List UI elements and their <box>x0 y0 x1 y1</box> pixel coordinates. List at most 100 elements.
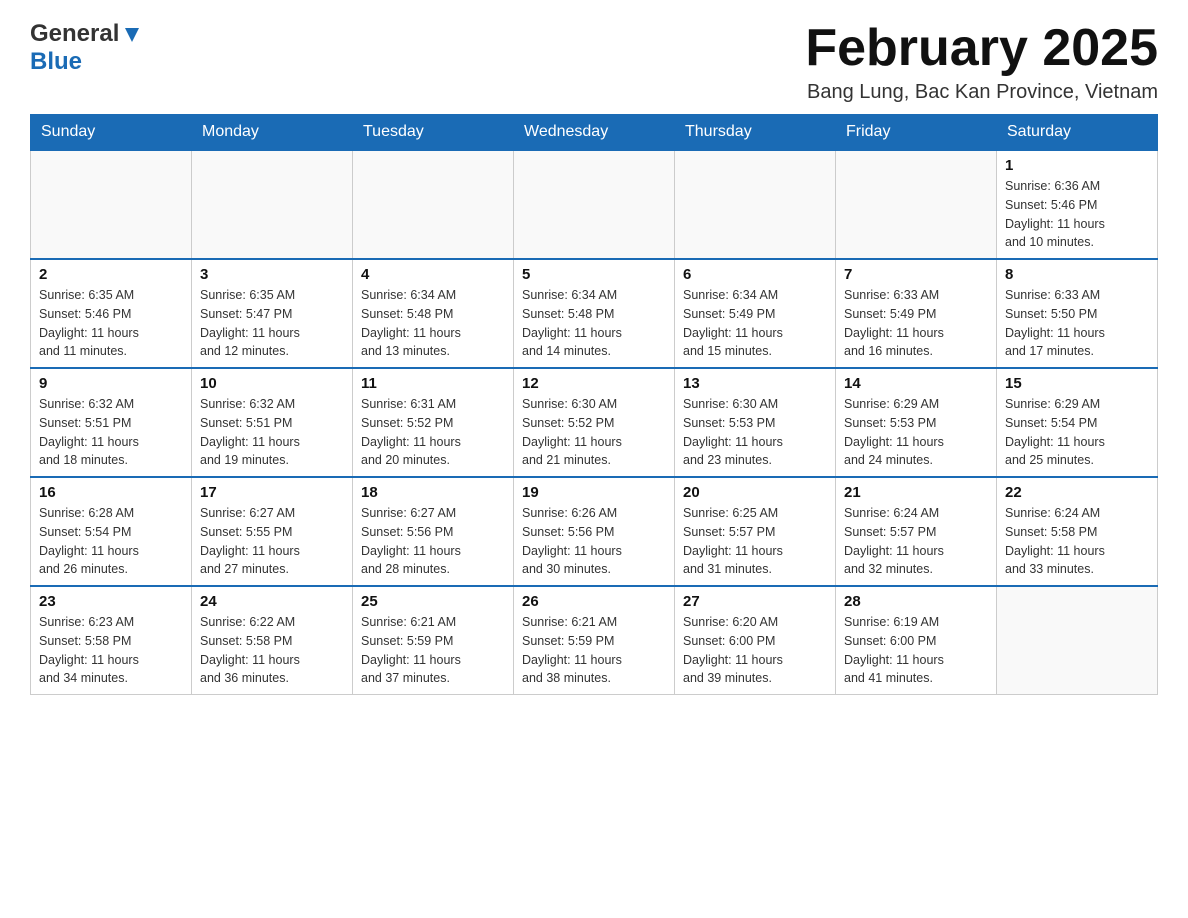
week-row-4: 16 Sunrise: 6:28 AMSunset: 5:54 PMDayligh… <box>31 477 1158 586</box>
day-info: Sunrise: 6:34 AMSunset: 5:49 PMDaylight:… <box>683 286 827 361</box>
day-number: 16 <box>39 484 183 501</box>
day-info: Sunrise: 6:34 AMSunset: 5:48 PMDaylight:… <box>361 286 505 361</box>
table-row: 2Sunrise: 6:35 AMSunset: 5:46 PMDaylight… <box>31 259 192 368</box>
day-info: Sunrise: 6:24 AMSunset: 5:57 PMDaylight:… <box>844 504 988 579</box>
day-info: Sunrise: 6:32 AMSunset: 5:51 PMDaylight:… <box>39 395 183 470</box>
day-info: Sunrise: 6:21 AMSunset: 5:59 PMDaylight:… <box>361 613 505 688</box>
table-row: 1 Sunrise: 6:36 AMSunset: 5:46 PMDaylight… <box>997 150 1158 259</box>
table-row <box>31 150 192 259</box>
logo-arrow-icon <box>121 24 143 46</box>
table-row: 10Sunrise: 6:32 AMSunset: 5:51 PMDayligh… <box>192 368 353 477</box>
table-row: 11 Sunrise: 6:31 AMSunset: 5:52 PMDayligh… <box>353 368 514 477</box>
day-info: Sunrise: 6:29 AMSunset: 5:53 PMDaylight:… <box>844 395 988 470</box>
col-saturday: Saturday <box>997 115 1158 151</box>
day-number: 1 <box>1005 157 1149 174</box>
table-row: 15 Sunrise: 6:29 AMSunset: 5:54 PMDayligh… <box>997 368 1158 477</box>
col-thursday: Thursday <box>675 115 836 151</box>
table-row: 6 Sunrise: 6:34 AMSunset: 5:49 PMDaylight… <box>675 259 836 368</box>
day-info: Sunrise: 6:34 AMSunset: 5:48 PMDaylight:… <box>522 286 666 361</box>
table-row: 18 Sunrise: 6:27 AMSunset: 5:56 PMDayligh… <box>353 477 514 586</box>
day-number: 11 <box>361 375 505 392</box>
day-info: Sunrise: 6:28 AMSunset: 5:54 PMDaylight:… <box>39 504 183 579</box>
day-info: Sunrise: 6:30 AMSunset: 5:53 PMDaylight:… <box>683 395 827 470</box>
week-row-1: 1 Sunrise: 6:36 AMSunset: 5:46 PMDaylight… <box>31 150 1158 259</box>
day-number: 4 <box>361 266 505 283</box>
page-header: General Blue February 2025 Bang Lung, Ba… <box>30 20 1158 104</box>
calendar-header-row: Sunday Monday Tuesday Wednesday Thursday… <box>31 115 1158 151</box>
week-row-2: 2Sunrise: 6:35 AMSunset: 5:46 PMDaylight… <box>31 259 1158 368</box>
day-info: Sunrise: 6:27 AMSunset: 5:56 PMDaylight:… <box>361 504 505 579</box>
table-row: 9 Sunrise: 6:32 AMSunset: 5:51 PMDaylight… <box>31 368 192 477</box>
table-row: 27 Sunrise: 6:20 AMSunset: 6:00 PMDayligh… <box>675 586 836 695</box>
day-number: 24 <box>200 593 344 610</box>
title-area: February 2025 Bang Lung, Bac Kan Provinc… <box>805 20 1158 104</box>
logo-blue-text: Blue <box>30 48 143 76</box>
day-number: 9 <box>39 375 183 392</box>
table-row: 8 Sunrise: 6:33 AMSunset: 5:50 PMDaylight… <box>997 259 1158 368</box>
logo-line1: General <box>30 20 143 48</box>
day-info: Sunrise: 6:35 AMSunset: 5:47 PMDaylight:… <box>200 286 344 361</box>
table-row: 3 Sunrise: 6:35 AMSunset: 5:47 PMDaylight… <box>192 259 353 368</box>
day-number: 18 <box>361 484 505 501</box>
day-number: 17 <box>200 484 344 501</box>
day-info: Sunrise: 6:27 AMSunset: 5:55 PMDaylight:… <box>200 504 344 579</box>
day-number: 15 <box>1005 375 1149 392</box>
table-row <box>192 150 353 259</box>
table-row <box>675 150 836 259</box>
day-number: 28 <box>844 593 988 610</box>
table-row: 25 Sunrise: 6:21 AMSunset: 5:59 PMDayligh… <box>353 586 514 695</box>
table-row: 24 Sunrise: 6:22 AMSunset: 5:58 PMDayligh… <box>192 586 353 695</box>
day-number: 27 <box>683 593 827 610</box>
table-row <box>514 150 675 259</box>
week-row-3: 9 Sunrise: 6:32 AMSunset: 5:51 PMDaylight… <box>31 368 1158 477</box>
day-info: Sunrise: 6:24 AMSunset: 5:58 PMDaylight:… <box>1005 504 1149 579</box>
table-row: 7Sunrise: 6:33 AMSunset: 5:49 PMDaylight… <box>836 259 997 368</box>
day-info: Sunrise: 6:29 AMSunset: 5:54 PMDaylight:… <box>1005 395 1149 470</box>
day-info: Sunrise: 6:33 AMSunset: 5:49 PMDaylight:… <box>844 286 988 361</box>
day-number: 10 <box>200 375 344 392</box>
day-info: Sunrise: 6:30 AMSunset: 5:52 PMDaylight:… <box>522 395 666 470</box>
day-info: Sunrise: 6:33 AMSunset: 5:50 PMDaylight:… <box>1005 286 1149 361</box>
day-number: 20 <box>683 484 827 501</box>
table-row <box>997 586 1158 695</box>
table-row: 4 Sunrise: 6:34 AMSunset: 5:48 PMDaylight… <box>353 259 514 368</box>
day-number: 2 <box>39 266 183 283</box>
day-number: 25 <box>361 593 505 610</box>
day-number: 3 <box>200 266 344 283</box>
day-info: Sunrise: 6:20 AMSunset: 6:00 PMDaylight:… <box>683 613 827 688</box>
col-monday: Monday <box>192 115 353 151</box>
day-number: 5 <box>522 266 666 283</box>
day-number: 26 <box>522 593 666 610</box>
table-row: 16 Sunrise: 6:28 AMSunset: 5:54 PMDayligh… <box>31 477 192 586</box>
day-number: 8 <box>1005 266 1149 283</box>
table-row: 21Sunrise: 6:24 AMSunset: 5:57 PMDayligh… <box>836 477 997 586</box>
day-info: Sunrise: 6:22 AMSunset: 5:58 PMDaylight:… <box>200 613 344 688</box>
week-row-5: 23Sunrise: 6:23 AMSunset: 5:58 PMDayligh… <box>31 586 1158 695</box>
calendar-title: February 2025 <box>805 20 1158 77</box>
table-row: 26 Sunrise: 6:21 AMSunset: 5:59 PMDayligh… <box>514 586 675 695</box>
day-info: Sunrise: 6:23 AMSunset: 5:58 PMDaylight:… <box>39 613 183 688</box>
calendar-table: Sunday Monday Tuesday Wednesday Thursday… <box>30 114 1158 695</box>
day-number: 6 <box>683 266 827 283</box>
logo-general-text: General <box>30 20 119 48</box>
table-row: 13 Sunrise: 6:30 AMSunset: 5:53 PMDayligh… <box>675 368 836 477</box>
day-number: 19 <box>522 484 666 501</box>
table-row: 5 Sunrise: 6:34 AMSunset: 5:48 PMDaylight… <box>514 259 675 368</box>
logo: General Blue <box>30 20 143 76</box>
day-number: 12 <box>522 375 666 392</box>
day-number: 13 <box>683 375 827 392</box>
day-info: Sunrise: 6:19 AMSunset: 6:00 PMDaylight:… <box>844 613 988 688</box>
day-info: Sunrise: 6:31 AMSunset: 5:52 PMDaylight:… <box>361 395 505 470</box>
day-info: Sunrise: 6:25 AMSunset: 5:57 PMDaylight:… <box>683 504 827 579</box>
table-row: 20 Sunrise: 6:25 AMSunset: 5:57 PMDayligh… <box>675 477 836 586</box>
table-row: 23Sunrise: 6:23 AMSunset: 5:58 PMDayligh… <box>31 586 192 695</box>
table-row: 12 Sunrise: 6:30 AMSunset: 5:52 PMDayligh… <box>514 368 675 477</box>
day-info: Sunrise: 6:21 AMSunset: 5:59 PMDaylight:… <box>522 613 666 688</box>
col-friday: Friday <box>836 115 997 151</box>
day-number: 14 <box>844 375 988 392</box>
table-row: 14 Sunrise: 6:29 AMSunset: 5:53 PMDayligh… <box>836 368 997 477</box>
table-row: 28 Sunrise: 6:19 AMSunset: 6:00 PMDayligh… <box>836 586 997 695</box>
col-wednesday: Wednesday <box>514 115 675 151</box>
table-row <box>353 150 514 259</box>
day-info: Sunrise: 6:36 AMSunset: 5:46 PMDaylight:… <box>1005 177 1149 252</box>
